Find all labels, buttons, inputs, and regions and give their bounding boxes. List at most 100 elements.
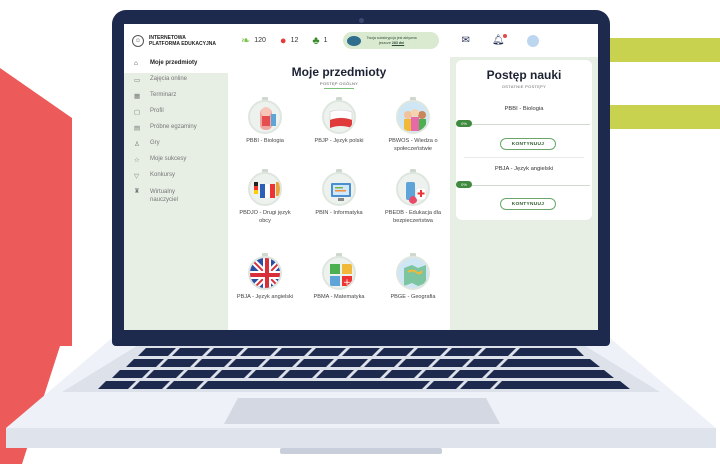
sidebar-item-label: Moje przedmioty — [150, 60, 198, 66]
profile-icon: ▢ — [134, 109, 141, 116]
subject-label: PBJA - Język angielski — [236, 294, 294, 300]
leaf-icon: ❧ — [241, 35, 251, 47]
calendar-icon: ▦ — [134, 93, 141, 100]
subject-label: PBDJO - Drugi język obcy — [239, 210, 291, 224]
stat-leaves: ❧ 120 — [241, 34, 266, 47]
trophy-icon: ▽ — [134, 173, 139, 180]
subscription-prefix: jeszcze — [378, 40, 391, 45]
subject-label: PBJP - Język polski — [314, 138, 364, 144]
sidebar-item-label: Gry — [150, 140, 160, 146]
subject-tile[interactable]: PBWOS - Wiedza o społeczeństwie — [382, 97, 444, 153]
subject-tile[interactable]: + PBMA - Matematyka — [308, 253, 370, 302]
svg-text:+: + — [343, 278, 351, 288]
sidebar-item-label: Konkursy — [150, 172, 176, 178]
content-area: ⌂ Moje przedmioty ▭ Zajęcia online ▦ Ter… — [124, 57, 598, 330]
subscription-text: Twoja subskrypcja jest aktywna jeszcze 2… — [366, 36, 416, 45]
sidebar-item-virtual-teacher[interactable]: ♜ Wirtualny nauczyciel — [124, 185, 228, 211]
progress-bar — [470, 124, 590, 125]
camera — [359, 18, 364, 23]
progress-item-label: PBJA - Język angielski — [494, 166, 554, 172]
polish-icon — [322, 100, 356, 134]
sidebar-item-my-subjects[interactable]: ⌂ Moje przedmioty — [124, 57, 228, 73]
sidebar-item-online-classes[interactable]: ▭ Zajęcia online — [124, 73, 228, 89]
sidebar-item-profile[interactable]: ▢ Profil — [124, 105, 228, 121]
monitor-icon: ▭ — [134, 77, 141, 84]
exam-icon: ▤ — [134, 125, 141, 132]
sidebar-item-label: Profil — [150, 108, 164, 114]
subscription-line-2: jeszcze 283 dni — [366, 41, 416, 46]
stat-leaves-value: 120 — [254, 37, 266, 44]
stat-trees-value: 1 — [323, 37, 328, 44]
sidebar-item-achievements[interactable]: ☆ Moje sukcesy — [124, 153, 228, 169]
subject-tile[interactable]: PBDJO - Drugi język obcy — [234, 169, 296, 225]
biology-icon — [248, 100, 282, 134]
progress-percent: 0% — [456, 181, 472, 188]
sidebar-item-label: Zajęcia online — [150, 76, 188, 82]
subject-label: PBIN - Informatyka — [315, 210, 363, 216]
bell-icon[interactable]: 🔔︎ — [492, 34, 507, 46]
subject-label: PBGE - Geografia — [390, 294, 436, 300]
progress-item-label: PBBI - Biologia — [504, 106, 544, 112]
progress-bar — [470, 185, 590, 186]
star-icon: ☆ — [134, 157, 140, 164]
computer-icon — [322, 172, 356, 206]
progress-subtitle: OSTATNIE POSTĘPY — [501, 84, 547, 89]
games-icon: ♙ — [134, 141, 140, 148]
logo-line-2: PLATFORMA EDUKACYJNA — [149, 40, 216, 47]
progress-card: Postęp nauki OSTATNIE POSTĘPY PBBI - Bio… — [456, 60, 592, 220]
sidebar-item-calendar[interactable]: ▦ Terminarz — [124, 89, 228, 105]
mail-icon[interactable]: ✉ — [461, 35, 469, 46]
logo-icon[interactable]: ☺ — [132, 34, 144, 47]
tree-icon: ♣ — [312, 34, 320, 47]
page-title: Moje przedmioty — [291, 65, 387, 79]
progress-title: Postęp nauki — [486, 68, 562, 82]
apple-icon: ● — [279, 34, 287, 47]
laptop-base — [6, 338, 716, 454]
subject-label: PBWOS - Wiedza o społeczeństwie — [388, 138, 438, 152]
subject-tile[interactable]: PBIN - Informatyka — [308, 169, 370, 218]
decor-bar-top — [610, 38, 720, 62]
stat-trees: ♣ 1 — [312, 35, 327, 47]
sidebar-item-exams[interactable]: ▤ Próbne egzaminy — [124, 121, 228, 137]
subscription-box[interactable]: Twoja subskrypcja jest aktywna jeszcze 2… — [343, 32, 440, 49]
subject-tile[interactable]: PBJP - Język polski — [308, 97, 370, 146]
continue-button[interactable]: KONTYNUUJ — [500, 198, 556, 210]
progress-percent: 0% — [456, 120, 472, 127]
sidebar-item-label: Wirtualny nauczyciel — [150, 189, 179, 203]
subject-tile[interactable]: PBEDB - Edukacja dla bezpieczeństwa — [382, 169, 444, 225]
overall-progress-label: POSTĘP OGÓLNY — [319, 81, 359, 86]
logo[interactable]: INTERNETOWA PLATFORMA EDUKACYJNA — [149, 35, 227, 47]
sidebar: ⌂ Moje przedmioty ▭ Zajęcia online ▦ Ter… — [124, 57, 228, 330]
home-icon: ⌂ — [134, 60, 138, 67]
sidebar-item-label: Próbne egzaminy — [150, 124, 197, 130]
uk-flag-icon — [248, 256, 282, 290]
subject-tile[interactable]: PBGE - Geografia — [382, 253, 444, 302]
avatar[interactable] — [526, 34, 539, 47]
sidebar-item-games[interactable]: ♙ Gry — [124, 137, 228, 153]
sidebar-item-contests[interactable]: ▽ Konkursy — [124, 169, 228, 185]
sidebar-item-label: Moje sukcesy — [150, 156, 187, 162]
notification-dot — [502, 34, 507, 38]
math-icon: + — [322, 256, 356, 290]
overall-progress-bar — [324, 88, 354, 89]
subject-tile[interactable]: PBJA - Język angielski — [234, 253, 296, 302]
stage: ☺ INTERNETOWA PLATFORMA EDUKACYJNA ❧ 120… — [0, 0, 720, 464]
divider — [464, 157, 584, 158]
subject-tile[interactable]: PBBI - Biologia — [234, 97, 296, 146]
decor-bar-bottom — [610, 105, 720, 129]
subjects-card: Moje przedmioty POSTĘP OGÓLNY PBBI - Bio… — [228, 57, 450, 330]
continue-button[interactable]: KONTYNUUJ — [500, 138, 556, 150]
map-icon — [396, 256, 430, 290]
subject-label: PBMA - Matematyka — [313, 294, 365, 300]
top-bar: ☺ INTERNETOWA PLATFORMA EDUKACYJNA ❧ 120… — [124, 24, 598, 57]
flags-icon — [248, 172, 282, 206]
subject-label: PBEDB - Edukacja dla bezpieczeństwa — [385, 210, 441, 224]
first-aid-icon — [396, 172, 430, 206]
subscription-icon — [347, 35, 362, 46]
society-icon — [396, 100, 430, 134]
stat-apples: ● 12 — [280, 35, 298, 47]
subscription-days: 283 dni — [391, 40, 405, 45]
app-screen: ☺ INTERNETOWA PLATFORMA EDUKACYJNA ❧ 120… — [124, 24, 598, 330]
subject-label: PBBI - Biologia — [246, 138, 284, 144]
stat-apples-value: 12 — [290, 37, 299, 44]
